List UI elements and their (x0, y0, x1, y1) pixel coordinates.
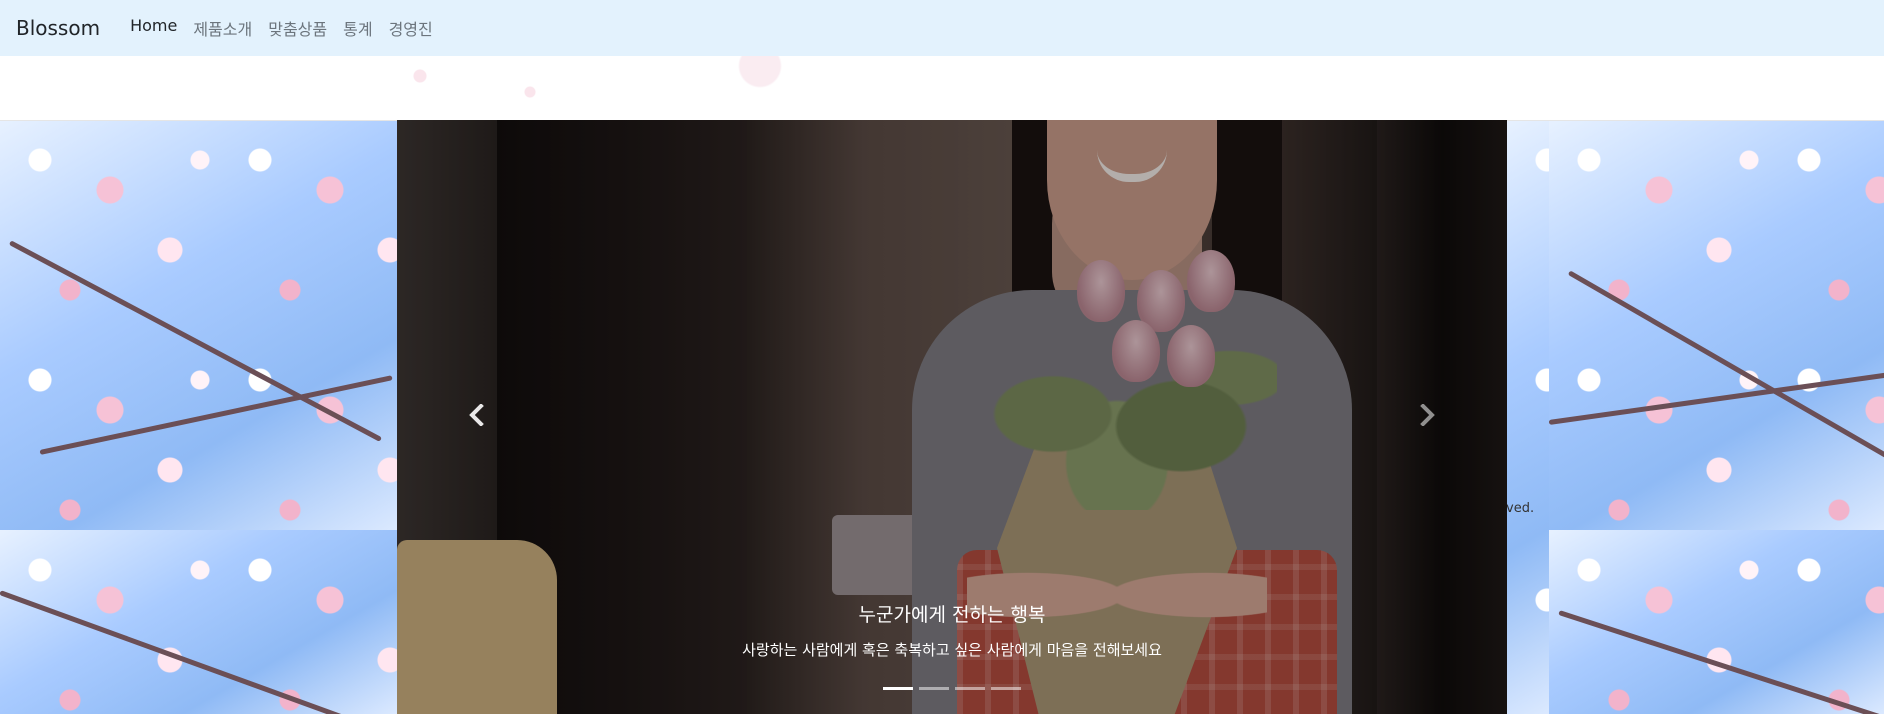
caption-text: 사랑하는 사람에게 혹은 축복하고 싶은 사람에게 마음을 전해보세요 (742, 641, 1162, 659)
nav-item-home[interactable]: Home (122, 16, 185, 40)
carousel-indicator-4[interactable] (991, 687, 1021, 690)
nav-menu: Home 제품소개 맞춤상품 통계 경영진 (122, 16, 441, 40)
carousel-indicator-2[interactable] (919, 687, 949, 690)
background-blossom-right-top (1549, 120, 1884, 530)
nav-item-statistics[interactable]: 통계 (335, 16, 380, 40)
carousel-indicators (397, 687, 1507, 690)
nav-item-executives[interactable]: 경영진 (381, 16, 441, 40)
hero-carousel: 누군가에게 전하는 행복 사랑하는 사람에게 혹은 축복하고 싶은 사람에게 마… (397, 120, 1507, 714)
carousel-indicator-1[interactable] (883, 687, 913, 690)
top-navbar: Blossom Home 제품소개 맞춤상품 통계 경영진 (0, 0, 1884, 56)
background-blossom-left-top (0, 120, 397, 530)
chevron-right-icon (1417, 403, 1437, 430)
footer-copyright-fragment: ved. (1506, 501, 1535, 516)
background-blossom-mid-strip (1507, 120, 1549, 714)
background-blossom-left-bottom (0, 530, 397, 714)
nav-item-custom-products[interactable]: 맞춤상품 (260, 16, 335, 40)
carousel-caption: 누군가에게 전하는 행복 사랑하는 사람에게 혹은 축복하고 싶은 사람에게 마… (397, 600, 1507, 660)
nav-item-products[interactable]: 제품소개 (185, 16, 260, 40)
carousel-indicator-3[interactable] (955, 687, 985, 690)
chevron-left-icon (467, 403, 487, 430)
background-blossom-right-bottom (1549, 530, 1884, 714)
caption-title: 누군가에게 전하는 행복 (858, 604, 1046, 626)
brand-logo-text[interactable]: Blossom (16, 16, 100, 40)
header-banner-strip (0, 56, 1884, 121)
